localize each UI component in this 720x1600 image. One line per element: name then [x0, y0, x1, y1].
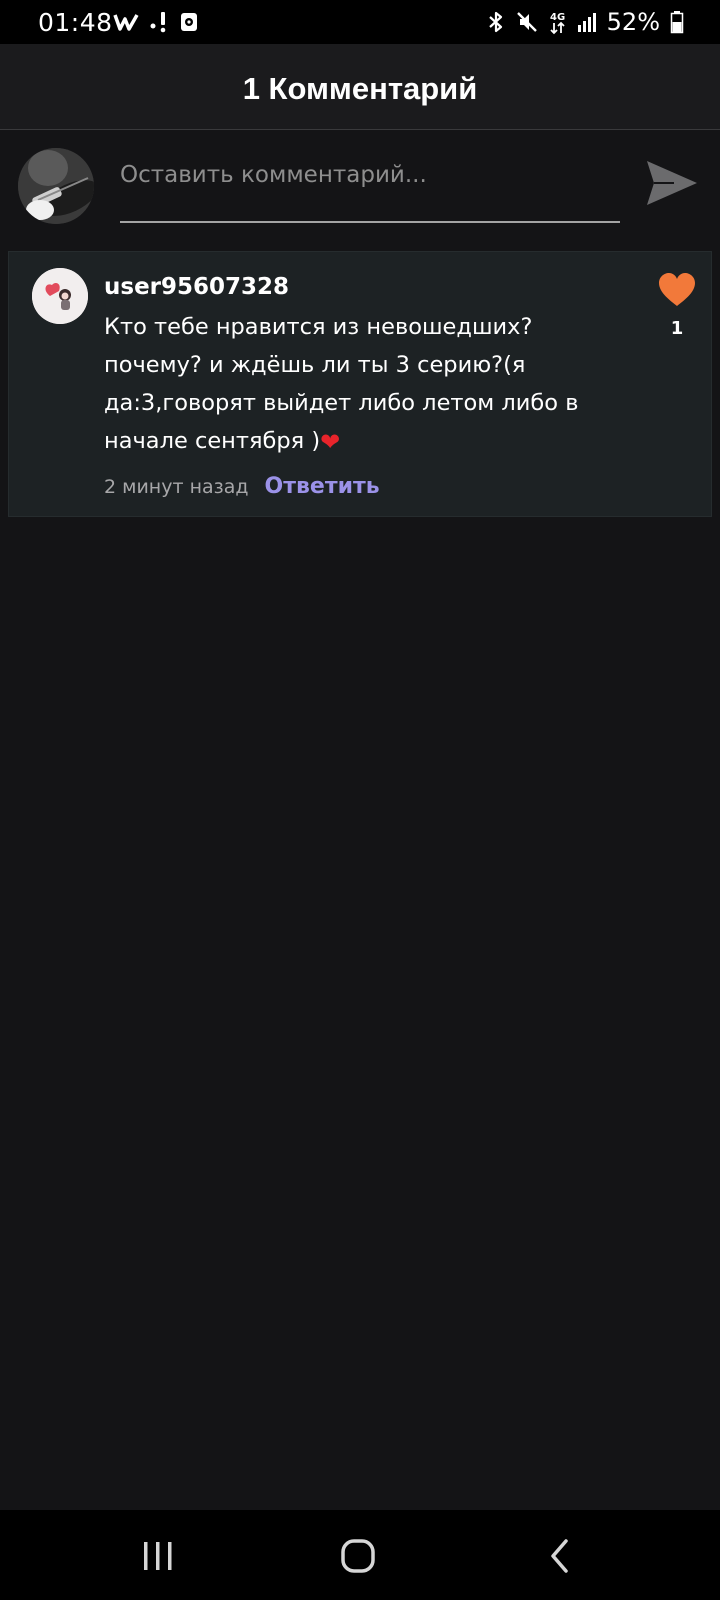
send-icon: [644, 155, 700, 211]
status-bar: 01:48 4G 52%: [0, 0, 720, 44]
like-count: 1: [670, 318, 684, 339]
comment-item: user95607328 Кто тебе нравится из невоше…: [8, 251, 712, 517]
svg-text:4G: 4G: [550, 12, 565, 23]
like-button[interactable]: [657, 272, 697, 308]
status-right-icons: 4G 52%: [487, 8, 684, 36]
home-button[interactable]: [328, 1536, 388, 1576]
bluetooth-icon: [487, 10, 505, 34]
w-app-icon: [113, 12, 139, 32]
reply-button[interactable]: Ответить: [265, 474, 380, 499]
mute-icon: [515, 10, 539, 34]
comment-text: Кто тебе нравится из невошедших?почему? …: [104, 308, 614, 461]
home-icon: [340, 1538, 376, 1574]
comments-header: 1 Комментарий: [0, 44, 720, 130]
recents-button[interactable]: [128, 1536, 188, 1576]
status-time: 01:48: [38, 8, 113, 37]
heart-icon: [657, 272, 697, 308]
heart-emoji: ❤: [320, 428, 341, 456]
4g-data-icon: 4G: [549, 9, 567, 35]
comment-username[interactable]: user95607328: [104, 274, 289, 300]
back-button[interactable]: [530, 1536, 590, 1576]
system-nav-bar: [0, 1510, 720, 1600]
page-title: 1 Комментарий: [242, 71, 478, 106]
recents-icon: [141, 1540, 175, 1572]
signal-icon: [577, 11, 597, 33]
avatar[interactable]: [18, 148, 94, 224]
battery-percent: 52%: [606, 8, 660, 36]
comment-input[interactable]: [120, 155, 620, 195]
comment-body: Кто тебе нравится из невошедших?почему? …: [104, 314, 579, 454]
back-icon: [548, 1538, 572, 1574]
input-underline: [120, 221, 620, 223]
avatar[interactable]: [32, 268, 88, 324]
media-icon: [179, 11, 199, 33]
send-button[interactable]: [644, 155, 700, 211]
comment-meta: 2 минут назад Ответить: [104, 474, 380, 499]
status-left-icons: [113, 9, 199, 35]
exclamation-icon: [149, 10, 169, 34]
comment-compose-row: [0, 131, 720, 241]
battery-icon: [670, 10, 684, 34]
comment-timestamp: 2 минут назад: [104, 476, 249, 498]
